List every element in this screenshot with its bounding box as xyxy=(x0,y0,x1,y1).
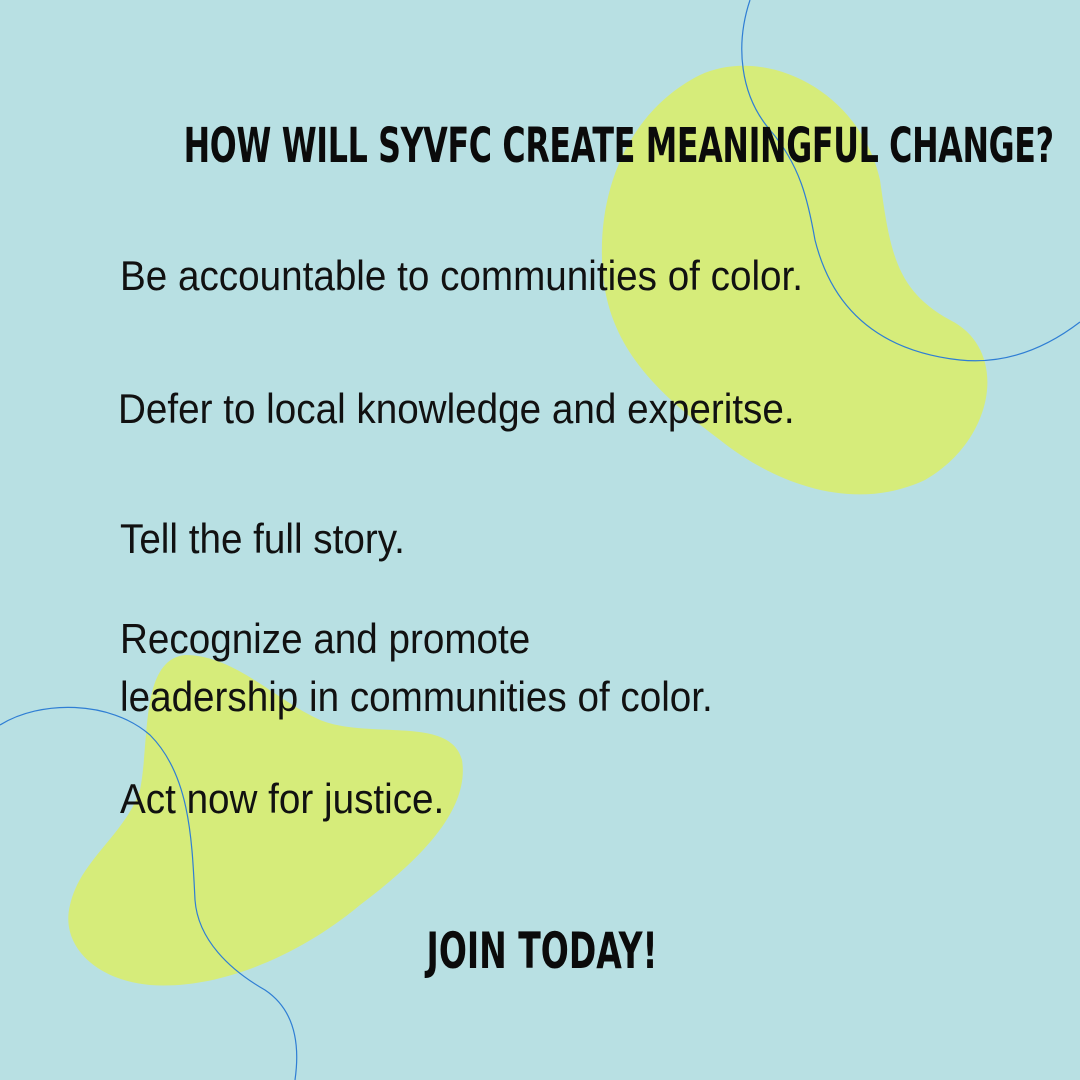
list-item: Defer to local knowledge and experitse. xyxy=(118,380,795,438)
list-item-text: Act now for justice. xyxy=(120,775,445,822)
list-item: Recognize and promote leadership in comm… xyxy=(120,610,713,726)
list-item: Act now for justice. xyxy=(120,770,444,828)
page-title: HOW WILL SYVFC CREATE MEANINGFUL CHANGE? xyxy=(183,118,1054,174)
list-item: Be accountable to communities of color. xyxy=(120,247,803,305)
list-item-text: Tell the full story. xyxy=(120,515,405,562)
list-item: Tell the full story. xyxy=(120,510,405,568)
list-item-text: Defer to local knowledge and experitse. xyxy=(118,385,795,432)
list-item-text: Be accountable to communities of color. xyxy=(120,252,804,299)
list-item-text: leadership in communities of color. xyxy=(120,673,713,720)
list-item-text: Recognize and promote xyxy=(120,615,531,662)
join-today-heading: JOIN TODAY! xyxy=(426,922,658,980)
